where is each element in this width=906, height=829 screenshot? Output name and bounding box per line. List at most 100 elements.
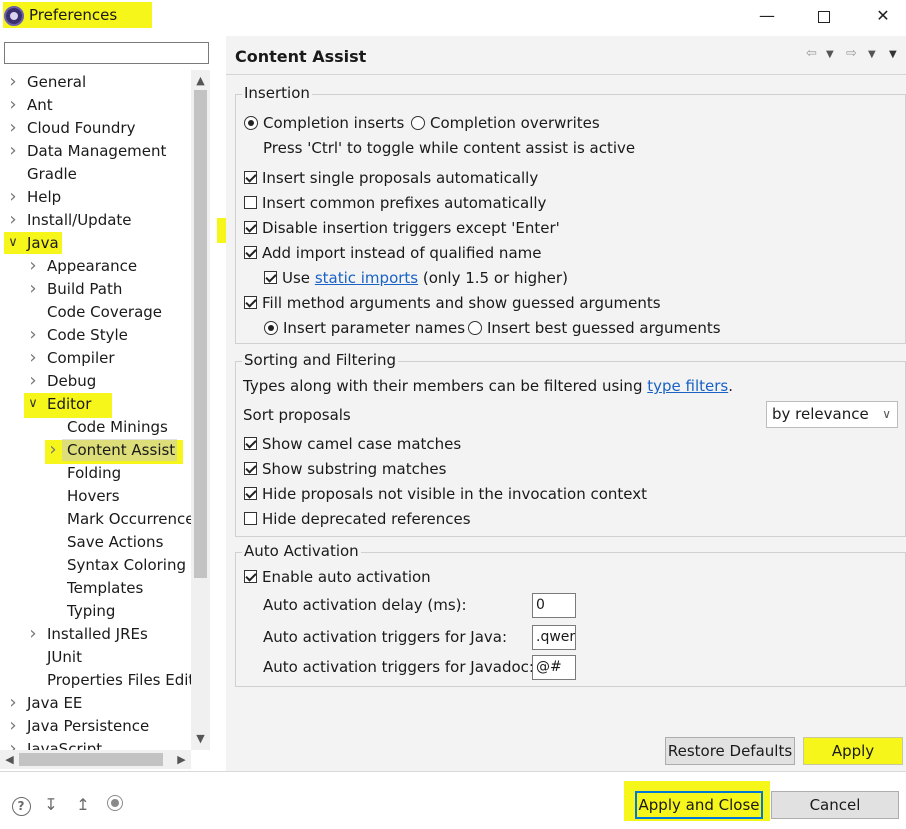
- window-title: Preferences: [29, 6, 118, 24]
- tree-item-label: Build Path: [47, 280, 123, 298]
- completion-overwrites-radio[interactable]: Completion overwrites: [411, 112, 600, 134]
- chevron-right-icon[interactable]: ›: [26, 324, 40, 346]
- chevron-right-icon[interactable]: ›: [26, 623, 40, 645]
- forward-arrow-icon[interactable]: ⇨: [846, 46, 857, 61]
- chevron-right-icon[interactable]: ›: [6, 117, 20, 139]
- completion-inserts-radio[interactable]: Completion inserts: [244, 112, 404, 134]
- tree-item-label: Code Coverage: [47, 303, 163, 321]
- tree-item-save-actions[interactable]: Save Actions: [46, 531, 163, 553]
- back-arrow-icon[interactable]: ⇦: [806, 46, 817, 61]
- maximize-icon[interactable]: [807, 4, 841, 28]
- tree-item-general[interactable]: › General: [6, 71, 86, 93]
- import-icon[interactable]: ↧: [41, 795, 61, 815]
- chevron-right-icon[interactable]: ›: [6, 94, 20, 116]
- chevron-right-icon[interactable]: ›: [26, 278, 40, 300]
- chevron-right-icon[interactable]: ›: [46, 439, 60, 461]
- tree-horizontal-scrollbar[interactable]: ◀ ▶: [0, 750, 191, 769]
- chevron-down-icon[interactable]: ∨: [6, 232, 20, 254]
- tree-item-cloud-foundry[interactable]: › Cloud Foundry: [6, 117, 135, 139]
- record-icon[interactable]: [105, 795, 125, 815]
- insert-single-proposals-checkbox[interactable]: Insert single proposals automatically: [244, 167, 538, 189]
- tree-item-syntax-coloring[interactable]: Syntax Coloring: [46, 554, 186, 576]
- tree-item-typing[interactable]: Typing: [46, 600, 115, 622]
- help-icon[interactable]: ?: [11, 795, 31, 816]
- auto-activation-delay-input[interactable]: 0: [532, 593, 576, 618]
- tree-item-appearance[interactable]: › Appearance: [26, 255, 137, 277]
- scroll-right-icon[interactable]: ▶: [172, 751, 191, 769]
- tree-item-java-persistence[interactable]: › Java Persistence: [6, 715, 149, 737]
- chevron-right-icon[interactable]: ›: [26, 255, 40, 277]
- apply-and-close-button[interactable]: Apply and Close: [635, 791, 763, 819]
- chevron-right-icon[interactable]: ›: [26, 347, 40, 369]
- insert-best-guessed-radio[interactable]: Insert best guessed arguments: [468, 317, 721, 339]
- chevron-right-icon[interactable]: ›: [6, 186, 20, 208]
- tree-item-java[interactable]: ∨ Java: [6, 232, 58, 254]
- chevron-right-icon[interactable]: ›: [6, 209, 20, 231]
- tree-item-code-style[interactable]: › Code Style: [26, 324, 127, 346]
- tree-item-junit[interactable]: JUnit: [26, 646, 82, 668]
- insert-parameter-names-radio[interactable]: Insert parameter names: [264, 317, 465, 339]
- static-imports-link[interactable]: static imports: [315, 269, 418, 287]
- scroll-left-icon[interactable]: ◀: [0, 751, 19, 769]
- restore-defaults-button[interactable]: Restore Defaults: [665, 737, 795, 765]
- tree-item-debug[interactable]: › Debug: [26, 370, 96, 392]
- export-icon[interactable]: ↥: [73, 795, 93, 815]
- tree-item-javascript[interactable]: › JavaScript: [6, 738, 102, 750]
- cancel-button[interactable]: Cancel: [771, 791, 899, 819]
- tree-item-editor[interactable]: ∨ Editor: [26, 393, 91, 415]
- java-triggers-input[interactable]: .qwert: [532, 625, 576, 650]
- hide-not-visible-checkbox[interactable]: Hide proposals not visible in the invoca…: [244, 483, 647, 505]
- tree-item-help[interactable]: › Help: [6, 186, 61, 208]
- chevron-right-icon[interactable]: ›: [26, 370, 40, 392]
- forward-dropdown-icon[interactable]: ▼: [868, 49, 876, 60]
- hide-deprecated-checkbox[interactable]: Hide deprecated references: [244, 508, 471, 530]
- scroll-up-icon[interactable]: ▲: [191, 72, 210, 90]
- tree-item-folding[interactable]: Folding: [46, 462, 121, 484]
- add-import-checkbox[interactable]: Add import instead of qualified name: [244, 242, 541, 264]
- tree-item-content-assist[interactable]: › Content Assist: [46, 439, 175, 461]
- substring-checkbox[interactable]: Show substring matches: [244, 458, 446, 480]
- close-icon[interactable]: ✕: [866, 4, 900, 28]
- tree-item-data-management[interactable]: › Data Management: [6, 140, 166, 162]
- tree-item-compiler[interactable]: › Compiler: [26, 347, 114, 369]
- disable-insertion-triggers-checkbox[interactable]: Disable insertion triggers except 'Enter…: [244, 217, 560, 239]
- insertion-group-label: Insertion: [242, 84, 312, 102]
- minimize-icon[interactable]: —: [750, 4, 784, 28]
- scroll-down-icon[interactable]: ▼: [191, 730, 210, 748]
- tree-item-code-minings[interactable]: Code Minings: [46, 416, 168, 438]
- tree-item-gradle[interactable]: Gradle: [6, 163, 77, 185]
- sort-proposals-select[interactable]: by relevance ∨: [766, 401, 898, 428]
- chevron-down-icon[interactable]: ∨: [26, 393, 40, 415]
- type-filters-link[interactable]: type filters: [647, 377, 728, 395]
- tree-item-ant[interactable]: › Ant: [6, 94, 52, 116]
- insert-common-prefixes-checkbox[interactable]: Insert common prefixes automatically: [244, 192, 546, 214]
- tree-item-label: Data Management: [27, 142, 167, 160]
- chevron-right-icon[interactable]: ›: [6, 140, 20, 162]
- javadoc-triggers-input[interactable]: @#: [532, 655, 576, 680]
- fill-method-arguments-checkbox[interactable]: Fill method arguments and show guessed a…: [244, 292, 661, 314]
- enable-auto-activation-checkbox[interactable]: Enable auto activation: [244, 566, 431, 588]
- tree-item-hovers[interactable]: Hovers: [46, 485, 120, 507]
- chevron-right-icon[interactable]: ›: [6, 71, 20, 93]
- filter-input[interactable]: [4, 42, 209, 64]
- chevron-right-icon[interactable]: ›: [6, 715, 20, 737]
- hscroll-thumb[interactable]: [19, 753, 163, 766]
- back-dropdown-icon[interactable]: ▼: [826, 49, 834, 60]
- chevron-right-icon[interactable]: ›: [6, 692, 20, 714]
- camel-case-checkbox[interactable]: Show camel case matches: [244, 433, 461, 455]
- tree-item-installed-jres[interactable]: › Installed JREs: [26, 623, 147, 645]
- tree-item-properties-files-editor[interactable]: Properties Files Editor: [26, 669, 191, 691]
- tree-item-templates[interactable]: Templates: [46, 577, 143, 599]
- tree-item-code-coverage[interactable]: Code Coverage: [26, 301, 162, 323]
- chevron-right-icon[interactable]: ›: [6, 738, 20, 750]
- view-menu-icon[interactable]: ▼: [889, 49, 897, 60]
- tree-vertical-scrollbar[interactable]: ▲ ▼: [191, 70, 210, 750]
- tree-item-build-path[interactable]: › Build Path: [26, 278, 122, 300]
- tree-item-java-ee[interactable]: › Java EE: [6, 692, 82, 714]
- apply-button[interactable]: Apply: [803, 737, 903, 765]
- tree-item-install-update[interactable]: › Install/Update: [6, 209, 131, 231]
- scroll-thumb[interactable]: [194, 90, 207, 578]
- tree-item-mark-occurrences[interactable]: Mark Occurrences: [46, 508, 191, 530]
- use-static-imports-checkbox[interactable]: Use static imports (only 1.5 or higher): [264, 267, 568, 289]
